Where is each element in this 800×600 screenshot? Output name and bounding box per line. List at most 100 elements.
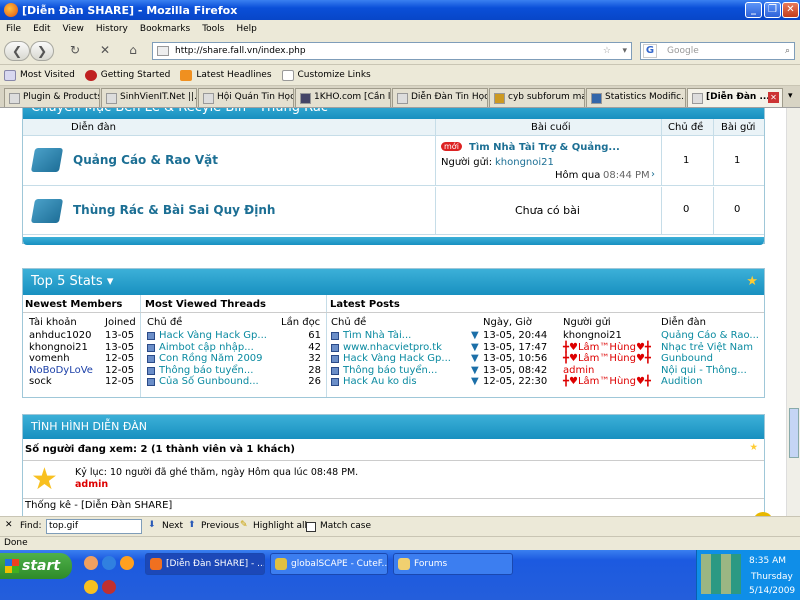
collapse-icon[interactable]: ★ — [746, 269, 758, 295]
home-icon[interactable]: ⌂ — [122, 41, 144, 61]
clock-time[interactable]: 8:35 AM — [749, 556, 786, 566]
bookmark-getting-started[interactable]: Getting Started — [84, 69, 170, 81]
url-bar[interactable]: http://share.fall.vn/index.php ☆ ▾ — [152, 42, 632, 60]
thread-link[interactable]: Con Rồng Năm 2009 — [159, 353, 263, 364]
tab-7[interactable]: Statistics Modific... — [586, 88, 686, 107]
menu-tools[interactable]: Tools — [196, 24, 230, 34]
find-input[interactable]: top.gif — [46, 519, 142, 534]
latest-thread-link[interactable]: Hack Au ko dis — [343, 376, 417, 387]
taskbar-item-cuteftp[interactable]: globalSCAPE - CuteF... — [270, 553, 388, 575]
quicklaunch-app-icon[interactable] — [102, 580, 116, 594]
tab-list-icon[interactable]: ▾ — [788, 91, 793, 101]
tab-4[interactable]: 1KHO.com [Cần l... — [295, 88, 391, 107]
search-box[interactable]: G Google ⌕ — [640, 42, 795, 60]
member-name[interactable]: NoBoDyLoVe — [29, 365, 93, 376]
menu-edit[interactable]: Edit — [27, 24, 56, 34]
bookmark-most-visited[interactable]: Most Visited — [4, 69, 75, 81]
goto-post-icon[interactable]: ▼ — [471, 353, 479, 364]
thread-link[interactable]: Aimbot cập nhập... — [159, 342, 254, 353]
last-post-user[interactable]: khongnoi21 — [495, 157, 554, 168]
menu-history[interactable]: History — [90, 24, 134, 34]
tab-3[interactable]: Hội Quán Tin Học... — [198, 88, 294, 107]
stop-icon[interactable]: ✕ — [94, 41, 116, 61]
google-icon[interactable]: G — [643, 44, 657, 58]
forward-button[interactable]: ❯ — [30, 41, 54, 61]
tab-close-icon[interactable]: ✕ — [768, 92, 779, 103]
reload-icon[interactable]: ↻ — [64, 41, 86, 61]
match-case-checkbox[interactable] — [306, 522, 316, 532]
thread-link[interactable]: Hack Vàng Hack Gp... — [159, 330, 267, 341]
tab-2[interactable]: SinhVienIT.Net ||... — [101, 88, 197, 107]
star-icon[interactable]: ☆ — [603, 43, 611, 59]
thread-link[interactable]: Của Số Gunbound... — [159, 376, 259, 387]
maximize-button[interactable]: ❐ — [764, 2, 781, 18]
scrollbar-thumb[interactable] — [789, 408, 799, 458]
last-post-link[interactable]: Tìm Nhà Tài Trợ & Quảng... — [469, 142, 620, 153]
latest-forum-link[interactable]: Audition — [661, 376, 702, 387]
category-title[interactable]: Chuyên Mục Bên Lề & Recyle Bin - Thùng R… — [23, 108, 764, 119]
goto-post-icon[interactable]: ▼ — [471, 330, 479, 341]
menu-file[interactable]: File — [0, 24, 27, 34]
collapse-icon[interactable]: ★ — [749, 442, 758, 453]
latest-forum-link[interactable]: Gunbound — [661, 353, 713, 364]
latest-thread-link[interactable]: Hack Vàng Hack Gp... — [343, 353, 451, 364]
menu-view[interactable]: View — [57, 24, 90, 34]
tab-6[interactable]: cyb subforum ma... — [489, 88, 585, 107]
goto-post-icon[interactable]: ▼ — [471, 365, 479, 376]
latest-forum-link[interactable]: Nhạc trẻ Việt Nam — [661, 342, 753, 353]
latest-user[interactable]: ╋♥Lâm™Hùng♥╋ — [563, 342, 651, 353]
find-next-button[interactable]: Next — [162, 521, 183, 531]
thread-link[interactable]: Thông báo tuyển... — [159, 365, 253, 376]
tray-icons[interactable] — [701, 554, 741, 594]
latest-user[interactable]: admin — [563, 365, 594, 376]
member-name[interactable]: sock — [29, 376, 52, 387]
quicklaunch-firefox-icon[interactable] — [120, 556, 134, 570]
taskbar-item-forums[interactable]: Forums — [393, 553, 513, 575]
latest-user[interactable]: ╋♥Lâm™Hùng♥╋ — [563, 353, 651, 364]
top5-col-headers: Newest Members Most Viewed Threads Lates… — [23, 295, 764, 313]
back-button[interactable]: ❮ — [4, 41, 30, 61]
tab-1[interactable]: Plugin & Products... — [4, 88, 100, 107]
top5-title[interactable]: Top 5 Stats — [31, 274, 103, 289]
bookmark-customize-links[interactable]: Customize Links — [281, 69, 371, 81]
find-close-icon[interactable]: ✕ — [5, 520, 13, 530]
latest-user[interactable]: ╋♥Lâm™Hùng♥╋ — [563, 376, 651, 387]
latest-col-user: Người gửi — [563, 317, 611, 328]
member-name[interactable]: vomenh — [29, 353, 70, 364]
find-previous-button[interactable]: Previous — [201, 521, 239, 531]
find-previous-icon: ⬆ — [188, 520, 196, 530]
goto-last-post-icon[interactable]: › — [651, 169, 655, 180]
forum-row: Quảng Cáo & Rao Vặt mới Tìm Nhà Tài Trợ … — [23, 136, 764, 186]
member-joined: 12-05 — [105, 376, 135, 387]
bookmark-latest-headlines[interactable]: Latest Headlines — [180, 69, 272, 81]
member-name[interactable]: khongnoi21 — [29, 342, 88, 353]
latest-thread-link[interactable]: Thông báo tuyển... — [343, 365, 437, 376]
start-button[interactable]: start — [0, 553, 72, 579]
member-name[interactable]: anhduc1020 — [29, 330, 91, 341]
latest-forum-link[interactable]: Quảng Cáo & Rao... — [661, 330, 759, 341]
latest-forum-link[interactable]: Nội qui - Thông... — [661, 365, 747, 376]
menu-bookmarks[interactable]: Bookmarks — [134, 24, 196, 34]
latest-user[interactable]: khongnoi21 — [563, 330, 622, 341]
minimize-button[interactable]: _ — [745, 2, 762, 18]
quicklaunch-smiley-icon[interactable] — [84, 580, 98, 594]
menu-help[interactable]: Help — [230, 24, 263, 34]
latest-thread-link[interactable]: Tìm Nhà Tài... — [343, 330, 411, 341]
forum-link[interactable]: Thùng Rác & Bài Sai Quy Định — [73, 203, 275, 217]
close-button[interactable]: ✕ — [782, 2, 799, 18]
url-dropdown-icon[interactable]: ▾ — [622, 43, 627, 59]
admin-link[interactable]: admin — [75, 479, 108, 490]
goto-post-icon[interactable]: ▼ — [471, 376, 479, 387]
quicklaunch-user-icon[interactable] — [84, 556, 98, 570]
quicklaunch-ie-icon[interactable] — [102, 556, 116, 570]
highlight-all-button[interactable]: Highlight all — [253, 521, 307, 531]
forum-link[interactable]: Quảng Cáo & Rao Vặt — [73, 153, 218, 167]
tab-5[interactable]: Diễn Đàn Tin Học... — [392, 88, 488, 107]
page-scrollbar[interactable] — [786, 108, 800, 516]
latest-thread-link[interactable]: www.nhacvietpro.tk — [343, 342, 442, 353]
goto-post-icon[interactable]: ▼ — [471, 342, 479, 353]
taskbar-item-firefox[interactable]: [Diễn Đàn SHARE] - ... — [145, 553, 265, 575]
top5-dropdown-icon[interactable]: ▾ — [107, 274, 114, 289]
search-icon[interactable]: ⌕ — [785, 43, 790, 59]
tab-active[interactable]: [Diễn Đàn ... ✕ — [687, 88, 783, 107]
